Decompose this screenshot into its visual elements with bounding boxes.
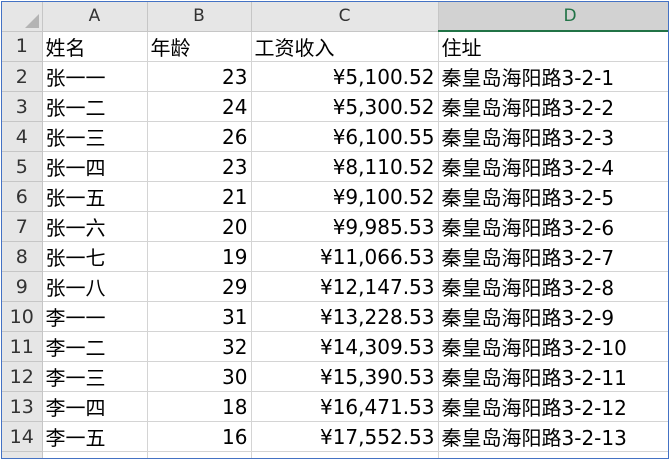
sheet-grid: A B C D 1 姓名 年龄 工资收入 住址 2 张一一 23 ¥5,100.52 秦皇岛海阳路… <box>2 2 668 458</box>
cell-name[interactable]: 张一一 <box>42 61 148 92</box>
cell-address[interactable]: 秦皇岛海阳路3-2-13 <box>438 421 668 452</box>
cell-age[interactable]: 16 <box>147 421 252 452</box>
cell-age[interactable]: 23 <box>147 151 252 182</box>
cell-address[interactable]: 秦皇岛海阳路3-2-9 <box>438 301 668 332</box>
table-row: 4 张一三 26 ¥6,100.55 秦皇岛海阳路3-2-3 <box>2 121 668 152</box>
cell-name[interactable]: 李一五 <box>42 421 148 452</box>
cell-name[interactable]: 李一四 <box>42 391 148 422</box>
cell-name[interactable]: 李一六 <box>42 451 148 458</box>
cell-age[interactable]: 32 <box>147 331 252 362</box>
cell-address[interactable]: 秦皇岛海阳路3-2-5 <box>438 181 668 212</box>
column-header-d[interactable]: D <box>438 2 668 32</box>
row-header[interactable]: 8 <box>2 241 43 272</box>
cell-name[interactable]: 李一一 <box>42 301 148 332</box>
cell-salary[interactable]: ¥5,100.52 <box>251 61 439 92</box>
cell-address[interactable]: 秦皇岛海阳路3-2-1 <box>438 61 668 92</box>
cell-name[interactable]: 张一二 <box>42 91 148 122</box>
select-all-button[interactable] <box>2 2 43 32</box>
cell-salary[interactable]: ¥6,100.55 <box>251 121 439 152</box>
cell-salary[interactable]: ¥12,147.53 <box>251 271 439 302</box>
table-row: 6 张一五 21 ¥9,100.52 秦皇岛海阳路3-2-5 <box>2 181 668 212</box>
cell-name[interactable]: 李一二 <box>42 331 148 362</box>
cell-salary[interactable]: ¥13,228.53 <box>251 301 439 332</box>
cell-address[interactable]: 秦皇岛海阳路3-2-3 <box>438 121 668 152</box>
cell-age[interactable]: 30 <box>147 361 252 392</box>
column-header-a[interactable]: A <box>42 2 148 32</box>
cell-address[interactable]: 住址 <box>438 31 668 62</box>
cell-salary[interactable]: ¥9,985.53 <box>251 211 439 242</box>
table-row: 2 张一一 23 ¥5,100.52 秦皇岛海阳路3-2-1 <box>2 61 668 92</box>
cell-age[interactable]: 23 <box>147 61 252 92</box>
cell-salary[interactable]: ¥14,309.53 <box>251 331 439 362</box>
table-row: 7 张一六 20 ¥9,985.53 秦皇岛海阳路3-2-6 <box>2 211 668 242</box>
spreadsheet: A B C D 1 姓名 年龄 工资收入 住址 2 张一一 23 ¥5,100.52 秦皇岛海阳路… <box>1 1 669 459</box>
cell-salary[interactable]: ¥8,110.52 <box>251 151 439 182</box>
cell-name[interactable]: 姓名 <box>42 31 148 62</box>
cell-salary[interactable]: ¥15,390.53 <box>251 361 439 392</box>
cell-age[interactable]: 19 <box>147 241 252 272</box>
row-header[interactable]: 3 <box>2 91 43 122</box>
table-row: 12 李一三 30 ¥15,390.53 秦皇岛海阳路3-2-11 <box>2 361 668 392</box>
cell-address[interactable]: 秦皇岛海阳路3-2-7 <box>438 241 668 272</box>
cell-age[interactable]: 20 <box>147 211 252 242</box>
cell-age[interactable]: 23 <box>147 451 252 458</box>
column-header-row: A B C D <box>2 2 668 32</box>
cell-address[interactable]: 秦皇岛海阳路3-2-2 <box>438 91 668 122</box>
cell-age[interactable]: 21 <box>147 181 252 212</box>
cell-address[interactable]: 秦皇岛海阳路3-2-12 <box>438 391 668 422</box>
row-header[interactable]: 1 <box>2 31 43 62</box>
cell-salary[interactable]: ¥11,066.53 <box>251 241 439 272</box>
row-header[interactable]: 12 <box>2 361 43 392</box>
table-row: 11 李一二 32 ¥14,309.53 秦皇岛海阳路3-2-10 <box>2 331 668 362</box>
table-row: 10 李一一 31 ¥13,228.53 秦皇岛海阳路3-2-9 <box>2 301 668 332</box>
cell-name[interactable]: 张一六 <box>42 211 148 242</box>
row-header[interactable]: 5 <box>2 151 43 182</box>
cell-address[interactable]: 秦皇岛海阳路3-2-6 <box>438 211 668 242</box>
cell-age[interactable]: 26 <box>147 121 252 152</box>
cell-age[interactable]: 31 <box>147 301 252 332</box>
cell-address[interactable]: 秦皇岛海阳路3-2-8 <box>438 271 668 302</box>
select-all-triangle-icon <box>24 13 39 28</box>
cell-name[interactable]: 张一五 <box>42 181 148 212</box>
table-row: 13 李一四 18 ¥16,471.53 秦皇岛海阳路3-2-12 <box>2 391 668 422</box>
cell-name[interactable]: 张一三 <box>42 121 148 152</box>
table-row: 8 张一七 19 ¥11,066.53 秦皇岛海阳路3-2-7 <box>2 241 668 272</box>
column-header-b[interactable]: B <box>147 2 252 32</box>
cell-address[interactable]: 秦皇岛海阳路3-2-10 <box>438 331 668 362</box>
table-row: 5 张一四 23 ¥8,110.52 秦皇岛海阳路3-2-4 <box>2 151 668 182</box>
cell-salary[interactable]: ¥5,300.52 <box>251 91 439 122</box>
cell-age[interactable]: 18 <box>147 391 252 422</box>
cell-salary[interactable]: 工资收入 <box>251 31 439 62</box>
row-header[interactable]: 6 <box>2 181 43 212</box>
row-header[interactable]: 14 <box>2 421 43 452</box>
row-header[interactable]: 13 <box>2 391 43 422</box>
cell-age[interactable]: 24 <box>147 91 252 122</box>
cell-name[interactable]: 张一八 <box>42 271 148 302</box>
row-header[interactable]: 7 <box>2 211 43 242</box>
row-header[interactable]: 10 <box>2 301 43 332</box>
cell-name[interactable]: 张一四 <box>42 151 148 182</box>
cell-salary[interactable]: ¥18,633.53 <box>251 451 439 458</box>
cell-name[interactable]: 李一三 <box>42 361 148 392</box>
cell-salary[interactable]: ¥16,471.53 <box>251 391 439 422</box>
cell-age[interactable]: 29 <box>147 271 252 302</box>
row-header[interactable]: 2 <box>2 61 43 92</box>
cell-address[interactable]: 秦皇岛海阳路3-2-14 <box>438 451 668 458</box>
table-row: 14 李一五 16 ¥17,552.53 秦皇岛海阳路3-2-13 <box>2 421 668 452</box>
cell-name[interactable]: 张一七 <box>42 241 148 272</box>
table-row: 1 姓名 年龄 工资收入 住址 <box>2 31 668 62</box>
row-header[interactable]: 15 <box>2 451 43 458</box>
cell-address[interactable]: 秦皇岛海阳路3-2-4 <box>438 151 668 182</box>
row-header[interactable]: 4 <box>2 121 43 152</box>
cell-salary[interactable]: ¥9,100.52 <box>251 181 439 212</box>
table-row: 3 张一二 24 ¥5,300.52 秦皇岛海阳路3-2-2 <box>2 91 668 122</box>
row-header[interactable]: 9 <box>2 271 43 302</box>
cell-salary[interactable]: ¥17,552.53 <box>251 421 439 452</box>
table-row: 15李一六23¥18,633.53秦皇岛海阳路3-2-14 <box>2 451 668 458</box>
cell-address[interactable]: 秦皇岛海阳路3-2-11 <box>438 361 668 392</box>
cell-age[interactable]: 年龄 <box>147 31 252 62</box>
row-header[interactable]: 11 <box>2 331 43 362</box>
column-header-c[interactable]: C <box>251 2 439 32</box>
table-row: 9 张一八 29 ¥12,147.53 秦皇岛海阳路3-2-8 <box>2 271 668 302</box>
